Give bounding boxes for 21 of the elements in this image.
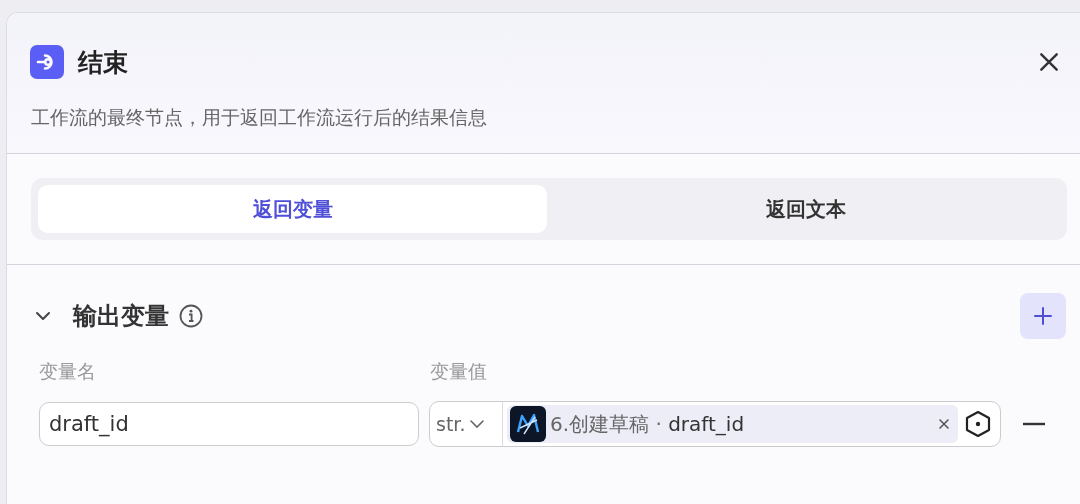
tab[interactable]: 返回变量 bbox=[38, 185, 547, 233]
plus-icon bbox=[1033, 306, 1053, 326]
type-select[interactable]: str. bbox=[430, 402, 503, 446]
node-logo-icon bbox=[510, 406, 546, 442]
node-title: 结束 bbox=[78, 46, 129, 79]
close-icon[interactable] bbox=[1038, 51, 1060, 73]
section-title: 输出变量 bbox=[73, 301, 169, 332]
tab[interactable]: 返回文本 bbox=[551, 185, 1060, 233]
add-button[interactable] bbox=[1020, 293, 1066, 339]
value-field[interactable]: str. 6.创建草稿 · draft_id bbox=[429, 401, 1001, 447]
info-icon[interactable] bbox=[179, 304, 203, 328]
reference-text: 6.创建草稿 · draft_id bbox=[550, 410, 746, 438]
name-field[interactable]: draft_id bbox=[39, 402, 419, 446]
column-label: 变量值 bbox=[430, 359, 487, 384]
column-label: 变量名 bbox=[39, 359, 97, 384]
node-description: 工作流的最终节点，用于返回工作流运行后的结果信息 bbox=[31, 105, 488, 130]
hexagon-icon[interactable] bbox=[964, 410, 992, 438]
reference-chip[interactable]: 6.创建草稿 · draft_id bbox=[507, 405, 958, 443]
end-node-icon bbox=[30, 45, 64, 79]
remove-icon[interactable] bbox=[1023, 422, 1045, 426]
clear-icon[interactable] bbox=[938, 418, 950, 430]
